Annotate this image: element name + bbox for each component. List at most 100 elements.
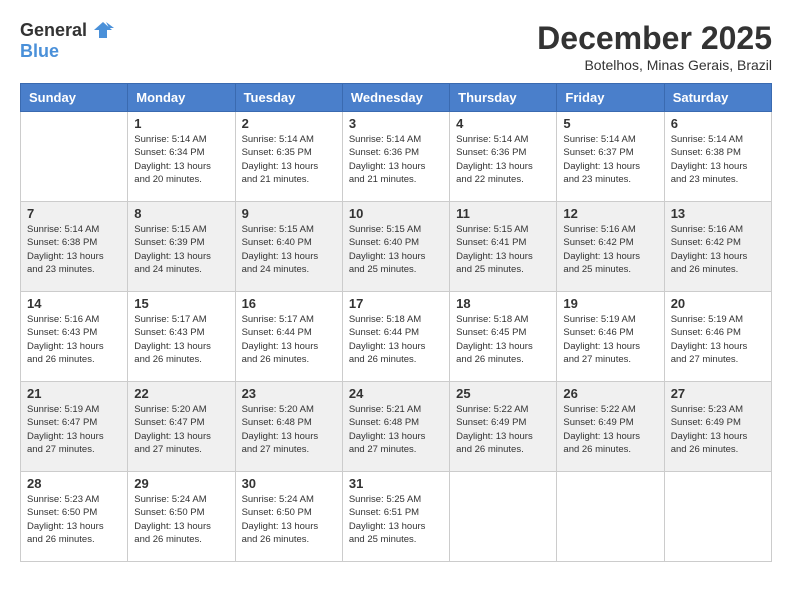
logo-general: General [20, 20, 114, 42]
calendar-cell: 28Sunrise: 5:23 AM Sunset: 6:50 PM Dayli… [21, 472, 128, 562]
day-number: 5 [563, 116, 657, 131]
title-section: December 2025 Botelhos, Minas Gerais, Br… [537, 20, 772, 73]
calendar-cell: 13 Sunrise: 5:16 AM Sunset: 6:42 PM Dayli… [664, 202, 771, 292]
calendar-cell: 8Sunrise: 5:15 AM Sunset: 6:39 PM Daylig… [128, 202, 235, 292]
day-number: 6 [671, 116, 765, 131]
day-info: Sunrise: 5:18 AM Sunset: 6:44 PM Dayligh… [349, 313, 443, 366]
logo-blue: Blue [20, 42, 114, 62]
day-number: 25 [456, 386, 550, 401]
day-number: 23 [242, 386, 336, 401]
calendar-cell: 24Sunrise: 5:21 AM Sunset: 6:48 PM Dayli… [342, 382, 449, 472]
day-number: 1 [134, 116, 228, 131]
day-info: Sunrise: 5:21 AM Sunset: 6:48 PM Dayligh… [349, 403, 443, 456]
day-number: 18 [456, 296, 550, 311]
day-number: 12 [563, 206, 657, 221]
day-info: Sunrise: 5:22 AM Sunset: 6:49 PM Dayligh… [456, 403, 550, 456]
calendar-cell: 17 Sunrise: 5:18 AM Sunset: 6:44 PM Dayli… [342, 292, 449, 382]
col-header-wednesday: Wednesday [342, 84, 449, 112]
calendar-cell: 9 Sunrise: 5:15 AM Sunset: 6:40 PM Daylig… [235, 202, 342, 292]
day-info: Sunrise: 5:14 AM Sunset: 6:34 PM Dayligh… [134, 133, 228, 186]
day-number: 4 [456, 116, 550, 131]
day-number: 17 [349, 296, 443, 311]
day-info: Sunrise: 5:22 AM Sunset: 6:49 PM Dayligh… [563, 403, 657, 456]
day-number: 19 [563, 296, 657, 311]
calendar-cell: 27Sunrise: 5:23 AM Sunset: 6:49 PM Dayli… [664, 382, 771, 472]
day-number: 31 [349, 476, 443, 491]
day-number: 30 [242, 476, 336, 491]
day-number: 20 [671, 296, 765, 311]
calendar-cell: 16 Sunrise: 5:17 AM Sunset: 6:44 PM Dayli… [235, 292, 342, 382]
col-header-saturday: Saturday [664, 84, 771, 112]
calendar-cell [557, 472, 664, 562]
calendar-cell: 6Sunrise: 5:14 AM Sunset: 6:38 PM Daylig… [664, 112, 771, 202]
calendar-cell: 25 Sunrise: 5:22 AM Sunset: 6:49 PM Dayli… [450, 382, 557, 472]
calendar-cell: 18 Sunrise: 5:18 AM Sunset: 6:45 PM Dayli… [450, 292, 557, 382]
day-number: 21 [27, 386, 121, 401]
day-info: Sunrise: 5:20 AM Sunset: 6:48 PM Dayligh… [242, 403, 336, 456]
day-number: 10 [349, 206, 443, 221]
calendar-cell: 1 Sunrise: 5:14 AM Sunset: 6:34 PM Daylig… [128, 112, 235, 202]
day-info: Sunrise: 5:19 AM Sunset: 6:47 PM Dayligh… [27, 403, 121, 456]
calendar-cell: 26 Sunrise: 5:22 AM Sunset: 6:49 PM Dayli… [557, 382, 664, 472]
day-info: Sunrise: 5:24 AM Sunset: 6:50 PM Dayligh… [134, 493, 228, 546]
day-number: 15 [134, 296, 228, 311]
month-year: December 2025 [537, 20, 772, 57]
day-number: 13 [671, 206, 765, 221]
day-info: Sunrise: 5:19 AM Sunset: 6:46 PM Dayligh… [671, 313, 765, 366]
calendar-week-row: 7Sunrise: 5:14 AM Sunset: 6:38 PM Daylig… [21, 202, 772, 292]
day-info: Sunrise: 5:16 AM Sunset: 6:43 PM Dayligh… [27, 313, 121, 366]
calendar-cell: 21 Sunrise: 5:19 AM Sunset: 6:47 PM Dayli… [21, 382, 128, 472]
day-number: 26 [563, 386, 657, 401]
col-header-monday: Monday [128, 84, 235, 112]
calendar-cell: 2Sunrise: 5:14 AM Sunset: 6:35 PM Daylig… [235, 112, 342, 202]
day-info: Sunrise: 5:24 AM Sunset: 6:50 PM Dayligh… [242, 493, 336, 546]
calendar-week-row: 14 Sunrise: 5:16 AM Sunset: 6:43 PM Dayli… [21, 292, 772, 382]
calendar-cell: 31Sunrise: 5:25 AM Sunset: 6:51 PM Dayli… [342, 472, 449, 562]
day-number: 14 [27, 296, 121, 311]
day-info: Sunrise: 5:14 AM Sunset: 6:36 PM Dayligh… [349, 133, 443, 186]
calendar-cell: 12 Sunrise: 5:16 AM Sunset: 6:42 PM Dayli… [557, 202, 664, 292]
day-info: Sunrise: 5:16 AM Sunset: 6:42 PM Dayligh… [563, 223, 657, 276]
calendar-cell: 4 Sunrise: 5:14 AM Sunset: 6:36 PM Daylig… [450, 112, 557, 202]
calendar-cell: 14 Sunrise: 5:16 AM Sunset: 6:43 PM Dayli… [21, 292, 128, 382]
calendar-header-row: SundayMondayTuesdayWednesdayThursdayFrid… [21, 84, 772, 112]
calendar-cell: 7Sunrise: 5:14 AM Sunset: 6:38 PM Daylig… [21, 202, 128, 292]
day-number: 22 [134, 386, 228, 401]
day-info: Sunrise: 5:14 AM Sunset: 6:38 PM Dayligh… [27, 223, 121, 276]
day-number: 27 [671, 386, 765, 401]
day-number: 16 [242, 296, 336, 311]
day-number: 9 [242, 206, 336, 221]
col-header-sunday: Sunday [21, 84, 128, 112]
calendar-cell [21, 112, 128, 202]
calendar-cell: 10 Sunrise: 5:15 AM Sunset: 6:40 PM Dayli… [342, 202, 449, 292]
day-number: 2 [242, 116, 336, 131]
calendar-cell: 22Sunrise: 5:20 AM Sunset: 6:47 PM Dayli… [128, 382, 235, 472]
logo: General Blue [20, 20, 114, 62]
day-info: Sunrise: 5:14 AM Sunset: 6:36 PM Dayligh… [456, 133, 550, 186]
day-number: 28 [27, 476, 121, 491]
day-info: Sunrise: 5:17 AM Sunset: 6:44 PM Dayligh… [242, 313, 336, 366]
day-info: Sunrise: 5:19 AM Sunset: 6:46 PM Dayligh… [563, 313, 657, 366]
day-info: Sunrise: 5:15 AM Sunset: 6:41 PM Dayligh… [456, 223, 550, 276]
day-info: Sunrise: 5:15 AM Sunset: 6:40 PM Dayligh… [242, 223, 336, 276]
day-number: 29 [134, 476, 228, 491]
day-info: Sunrise: 5:18 AM Sunset: 6:45 PM Dayligh… [456, 313, 550, 366]
calendar-cell: 29 Sunrise: 5:24 AM Sunset: 6:50 PM Dayli… [128, 472, 235, 562]
day-number: 11 [456, 206, 550, 221]
col-header-thursday: Thursday [450, 84, 557, 112]
day-info: Sunrise: 5:16 AM Sunset: 6:42 PM Dayligh… [671, 223, 765, 276]
day-info: Sunrise: 5:14 AM Sunset: 6:37 PM Dayligh… [563, 133, 657, 186]
logo-bird-icon [92, 20, 114, 42]
calendar-week-row: 1 Sunrise: 5:14 AM Sunset: 6:34 PM Daylig… [21, 112, 772, 202]
day-info: Sunrise: 5:15 AM Sunset: 6:40 PM Dayligh… [349, 223, 443, 276]
calendar-cell: 3 Sunrise: 5:14 AM Sunset: 6:36 PM Daylig… [342, 112, 449, 202]
day-info: Sunrise: 5:17 AM Sunset: 6:43 PM Dayligh… [134, 313, 228, 366]
calendar-cell: 30 Sunrise: 5:24 AM Sunset: 6:50 PM Dayli… [235, 472, 342, 562]
calendar-cell [450, 472, 557, 562]
location: Botelhos, Minas Gerais, Brazil [537, 57, 772, 73]
col-header-tuesday: Tuesday [235, 84, 342, 112]
calendar-cell: 11 Sunrise: 5:15 AM Sunset: 6:41 PM Dayli… [450, 202, 557, 292]
col-header-friday: Friday [557, 84, 664, 112]
day-number: 8 [134, 206, 228, 221]
day-number: 3 [349, 116, 443, 131]
